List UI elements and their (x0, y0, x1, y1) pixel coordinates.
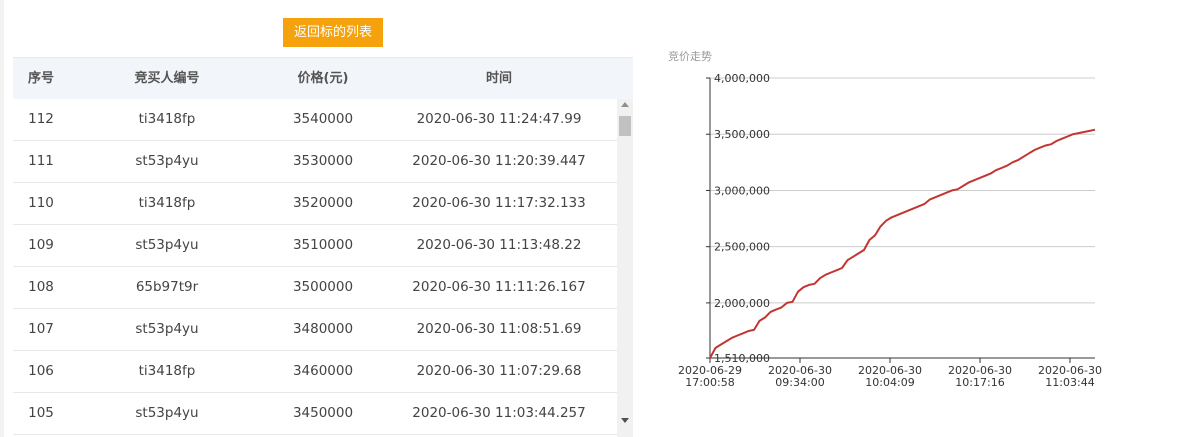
table-row: 111 st53p4yu 3530000 2020-06-30 11:20:39… (13, 141, 617, 183)
cell-seq: 107 (28, 321, 54, 337)
cell-time: 2020-06-30 11:17:32.133 (412, 195, 586, 211)
cell-bidder: ti3418fp (138, 363, 196, 379)
y-tick-label: 2,500,000 (714, 241, 770, 254)
cell-time: 2020-06-30 11:13:48.22 (416, 237, 582, 253)
cell-bidder: st53p4yu (135, 153, 199, 169)
table-row: 105 st53p4yu 3450000 2020-06-30 11:03:44… (13, 393, 617, 435)
cell-price: 3480000 (292, 321, 354, 337)
cell-time: 2020-06-30 11:07:29.68 (416, 363, 582, 379)
cell-price: 3530000 (292, 153, 354, 169)
x-tick-label-time: 11:03:44 (1045, 376, 1094, 389)
table-row: 112 ti3418fp 3540000 2020-06-30 11:24:47… (13, 99, 617, 141)
cell-price: 3520000 (292, 195, 354, 211)
cell-seq: 108 (28, 279, 54, 295)
cell-time: 2020-06-30 11:03:44.257 (412, 405, 586, 421)
x-tick-label-time: 17:00:58 (685, 376, 734, 389)
cell-bidder: 65b97t9r (135, 279, 199, 295)
cell-time: 2020-06-30 11:24:47.99 (416, 111, 582, 127)
bid-trend-chart-svg: 竞价走势4,000,000 3,500,000 3,000,000 2,500,000… (668, 49, 1102, 389)
scroll-up-arrow-icon[interactable] (621, 102, 629, 107)
header-price: 价格(元) (297, 71, 349, 86)
cell-price: 3500000 (292, 279, 354, 295)
cell-bidder: st53p4yu (135, 321, 199, 337)
y-tick-label: 4,000,000 (714, 72, 770, 85)
scrollbar-thumb[interactable] (619, 116, 631, 136)
header-seq: 序号 (27, 71, 54, 86)
cell-price: 3540000 (292, 111, 354, 127)
back-to-list-button[interactable]: 返回标的列表 (283, 18, 383, 47)
cell-price: 3460000 (292, 363, 354, 379)
cell-time: 2020-06-30 11:11:26.167 (412, 279, 586, 295)
x-tick-label-time: 10:17:16 (955, 376, 1004, 389)
bid-record-panel: 返回标的列表 序号 竞买人编号 价格(元) 时间 112 ti3418fp 35… (0, 0, 634, 437)
bid-trend-chart: 竞价走势 4,000,000 3,500,000 3,000,000 2,500,000… (660, 40, 1170, 400)
cell-seq: 105 (28, 405, 54, 421)
cell-bidder: ti3418fp (138, 111, 196, 127)
table-header-row: 序号 竞买人编号 价格(元) 时间 (13, 57, 633, 99)
cell-price: 3450000 (292, 405, 354, 421)
cell-bidder: st53p4yu (135, 237, 199, 253)
chart-title: 竞价走势 (668, 49, 712, 63)
x-tick-label-time: 10:04:09 (865, 376, 914, 389)
table-row: 110 ti3418fp 3520000 2020-06-30 11:17:32… (13, 183, 617, 225)
table-row: 106 ti3418fp 3460000 2020-06-30 11:07:29… (13, 351, 617, 393)
table-row: 107 st53p4yu 3480000 2020-06-30 11:08:51… (13, 309, 617, 351)
cell-bidder: st53p4yu (135, 405, 199, 421)
x-tick-label-time: 09:34:00 (775, 376, 824, 389)
cell-time: 2020-06-30 11:08:51.69 (416, 321, 582, 337)
table-row: 109 st53p4yu 3510000 2020-06-30 11:13:48… (13, 225, 617, 267)
table-body[interactable]: 112 ti3418fp 3540000 2020-06-30 11:24:47… (13, 99, 617, 437)
header-time: 时间 (485, 71, 512, 86)
table-row: 108 65b97t9r 3500000 2020-06-30 11:11:26… (13, 267, 617, 309)
y-tick-label: 2,000,000 (714, 297, 770, 310)
cell-seq: 106 (28, 363, 54, 379)
cell-seq: 112 (28, 111, 54, 127)
header-bidder: 竞买人编号 (134, 71, 200, 86)
cell-bidder: ti3418fp (138, 195, 196, 211)
cell-time: 2020-06-30 11:20:39.447 (412, 153, 586, 169)
cell-price: 3510000 (292, 237, 354, 253)
cell-seq: 109 (28, 237, 54, 253)
y-tick-label: 3,500,000 (714, 128, 770, 141)
scroll-down-arrow-icon[interactable] (621, 418, 629, 423)
cell-seq: 110 (28, 195, 54, 211)
table-scrollbar[interactable] (617, 99, 633, 437)
y-tick-label: 3,000,000 (714, 184, 770, 197)
cell-seq: 111 (28, 153, 54, 169)
panel-edge-divider (0, 0, 4, 437)
